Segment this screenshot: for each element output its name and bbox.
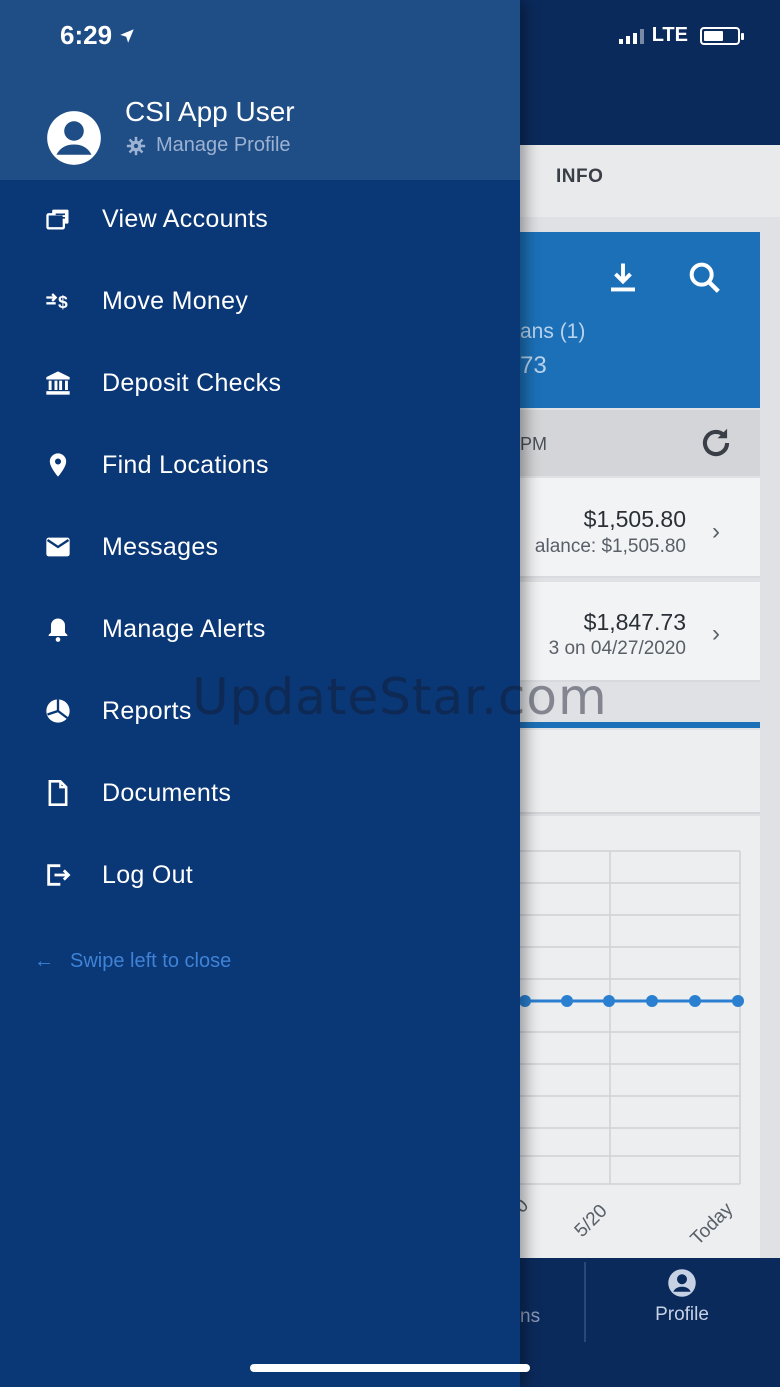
swipe-hint: ← Swipe left to close [34,950,231,973]
menu-item-label: Deposit Checks [102,368,282,397]
menu-item-log-out[interactable]: Log Out [0,834,520,916]
accounts-icon [42,203,74,235]
menu-item-manage-alerts[interactable]: Manage Alerts [0,588,520,670]
account-balance: $1,505.80 [583,506,686,532]
download-icon[interactable] [605,258,641,296]
search-icon[interactable] [684,258,726,298]
pie-chart-icon [42,695,74,727]
time-label: 6:29 [60,20,113,50]
signal-icon [618,28,644,44]
chart-point [603,995,615,1007]
svg-text:$: $ [58,292,68,312]
battery-icon [700,26,744,45]
menu-item-documents[interactable]: Documents [0,752,520,834]
drawer-header: 6:29 CSI App User Manage Profile [0,0,520,180]
bank-icon [42,367,74,399]
account-sub: 3 on 04/27/2020 [548,638,686,659]
network-label: LTE [651,24,688,46]
menu-item-deposit-checks[interactable]: Deposit Checks [0,342,520,424]
account-sub: alance: $1,505.80 [534,536,686,557]
nav-divider [584,1262,586,1342]
chart-point [561,995,573,1007]
chart-point [732,995,744,1007]
menu-item-label: Manage Alerts [102,614,266,643]
manage-profile-link[interactable]: Manage Profile [126,134,291,157]
menu-item-label: View Accounts [102,204,269,233]
menu-item-label: Find Locations [102,450,269,479]
profile-tab-label: Profile [655,1304,709,1325]
bell-icon [42,613,74,645]
chevron-right-icon: › [712,620,720,647]
chart-x-label: Today [687,1198,738,1249]
menu-item-label: Move Money [102,286,249,315]
menu-item-label: Messages [102,532,219,561]
chart-grid [520,850,741,1185]
menu-item-label: Documents [102,778,232,807]
swipe-hint-label: Swipe left to close [70,950,232,972]
refresh-icon[interactable] [696,424,736,462]
home-indicator[interactable] [250,1364,530,1372]
chart-point [519,995,531,1007]
menu-item-view-accounts[interactable]: View Accounts [0,178,520,260]
tab-info[interactable]: INFO [556,166,603,188]
status-time: 6:29 [60,20,136,51]
chart-point [689,995,701,1007]
summary-loans: ans (1) [520,320,586,343]
watermark: UpdateStar.com [192,668,608,726]
chart-point [646,995,658,1007]
location-arrow-icon [120,28,134,43]
avatar-icon[interactable] [46,110,102,166]
nav-tab-profile[interactable]: Profile [620,1268,744,1326]
gear-icon [126,136,146,155]
chevron-right-icon: › [712,518,720,545]
updated-text: PM [520,434,547,454]
summary-amount: 73 [520,352,547,379]
menu-item-find-locations[interactable]: Find Locations [0,424,520,506]
menu-item-move-money[interactable]: $ Move Money [0,260,520,342]
menu-item-label: Log Out [102,860,194,889]
chart-x-label: 5/20 [571,1201,612,1242]
menu-item-messages[interactable]: Messages [0,506,520,588]
arrow-left-icon: ← [34,950,54,972]
menu-item-label: Reports [102,696,192,725]
status-right: LTE [618,24,744,47]
user-name: CSI App User [125,96,295,127]
logout-icon [42,859,74,891]
document-icon [42,777,74,809]
nav-tab-partial-label[interactable]: ns [520,1306,540,1328]
manage-profile-label: Manage Profile [156,134,291,156]
account-balance: $1,847.73 [583,609,686,635]
profile-icon [668,1269,696,1297]
location-pin-icon [42,449,74,481]
transfer-icon: $ [42,285,74,317]
envelope-icon [42,531,74,563]
